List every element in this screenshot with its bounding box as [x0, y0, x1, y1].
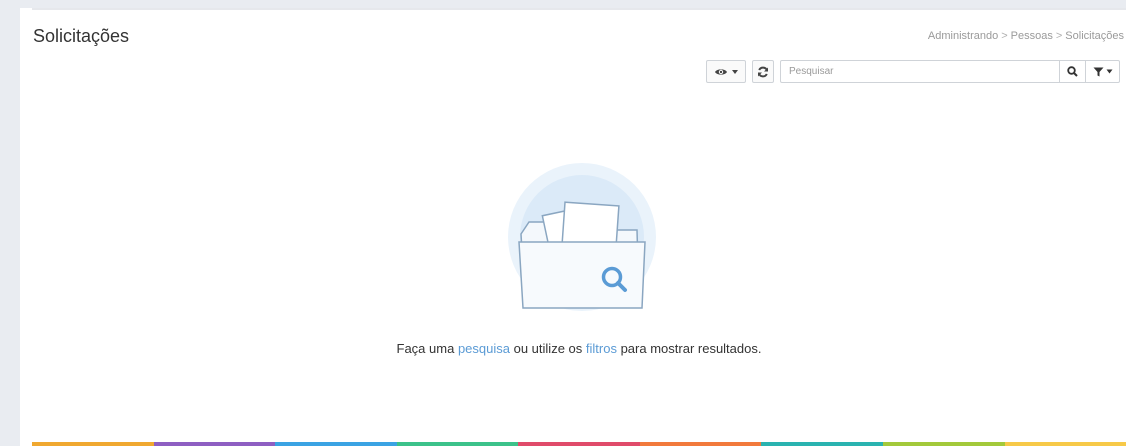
breadcrumb: Administrando > Pessoas > Solicitações: [928, 30, 1124, 42]
filters-link[interactable]: filtros: [586, 341, 617, 356]
color-bar-segment: [32, 442, 154, 446]
search-link[interactable]: pesquisa: [458, 341, 510, 356]
caret-down-icon: [731, 69, 738, 74]
color-bar-segment: [1004, 442, 1126, 446]
refresh-button[interactable]: [752, 60, 774, 83]
left-rail: [0, 0, 20, 446]
color-bar-segment: [396, 442, 519, 446]
toolbar: [32, 60, 1126, 84]
top-strip: [20, 0, 1126, 8]
empty-text-1: Faça uma: [396, 341, 455, 356]
search-button[interactable]: [1059, 61, 1085, 82]
search-input[interactable]: [781, 61, 1059, 82]
color-bar-segment: [153, 442, 276, 446]
search-group: [780, 60, 1120, 83]
main-panel: Solicitações Administrando > Pessoas > Solic…: [32, 8, 1126, 442]
refresh-icon: [758, 66, 768, 77]
bottom-color-bar: [32, 442, 1126, 446]
color-bar-segment: [639, 442, 762, 446]
filter-button[interactable]: [1085, 61, 1119, 82]
page-title: Solicitações: [33, 26, 130, 46]
breadcrumb-separator: >: [1055, 30, 1063, 42]
empty-state-message: Faça uma pesquisa ou utilize os filtros …: [32, 341, 1126, 356]
color-bar-segment: [518, 442, 640, 446]
empty-text-3: para mostrar resultados.: [620, 341, 762, 356]
breadcrumb-item-pessoas[interactable]: Pessoas: [1011, 30, 1053, 42]
view-options-button[interactable]: [706, 60, 746, 83]
empty-folder-search-icon: [508, 163, 656, 311]
eye-icon: [714, 68, 727, 75]
color-bar-segment: [275, 442, 397, 446]
color-bar-segment: [761, 442, 883, 446]
empty-text-2: ou utilize os: [513, 341, 583, 356]
caret-down-icon: [1106, 69, 1112, 74]
filter-icon: [1093, 67, 1103, 76]
search-icon: [1067, 66, 1078, 77]
breadcrumb-item-solicitacoes: Solicitações: [1065, 30, 1124, 42]
breadcrumb-separator: >: [1001, 30, 1008, 42]
color-bar-segment: [882, 442, 1005, 446]
breadcrumb-item-administrando[interactable]: Administrando: [928, 30, 998, 42]
